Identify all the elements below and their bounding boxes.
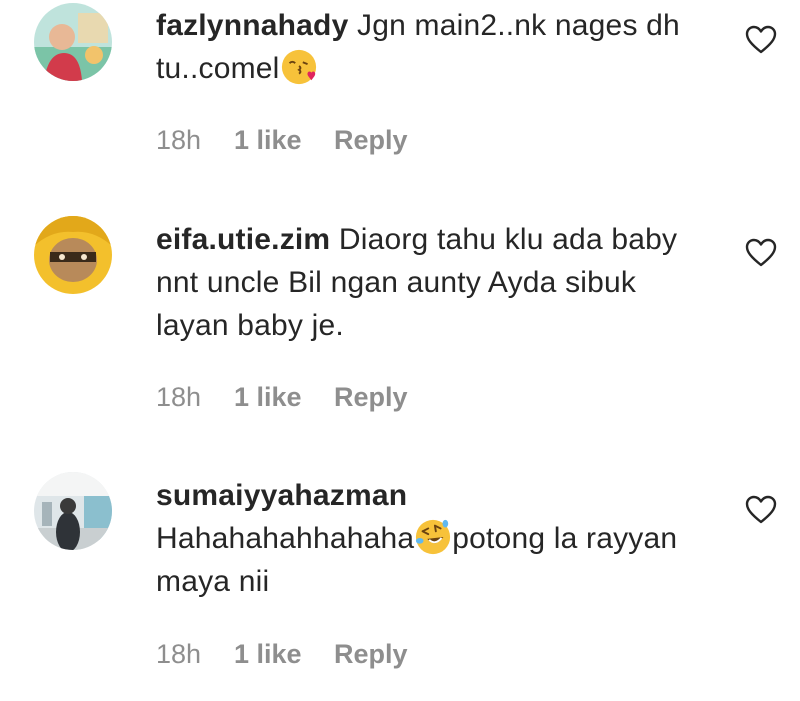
comment-timestamp[interactable]: 18h (156, 381, 234, 413)
avatar[interactable] (34, 216, 112, 294)
comment-username[interactable]: sumaiyyahazman (156, 479, 407, 512)
rolling-on-floor-laughing-emoji (416, 519, 451, 555)
heart-outline-icon[interactable] (745, 238, 777, 268)
comment-username[interactable]: fazlynnahady (156, 9, 348, 42)
comment-meta: 18h 1 like Reply (156, 381, 408, 413)
avatar[interactable] (34, 3, 112, 81)
comment-like-count[interactable]: 1 like (234, 638, 334, 670)
heart-outline-icon[interactable] (745, 495, 777, 525)
comment-timestamp[interactable]: 18h (156, 638, 234, 670)
comment-like-count[interactable]: 1 like (234, 124, 334, 156)
comment-meta: 18h 1 like Reply (156, 638, 408, 670)
comment-meta: 18h 1 like Reply (156, 124, 408, 156)
comment-like-count[interactable]: 1 like (234, 381, 334, 413)
comment-username[interactable]: eifa.utie.zim (156, 223, 330, 256)
comment-text: fazlynnahady Jgn main2..nk nages dh tu..… (156, 4, 716, 90)
avatar[interactable] (34, 472, 112, 550)
comment-body: Hahahahahhahaha (156, 522, 415, 555)
face-blowing-kiss-emoji (281, 49, 316, 85)
reply-button[interactable]: Reply (334, 381, 408, 413)
comment-text: sumaiyyahazman Hahahahahhahaha potong la… (156, 474, 716, 603)
reply-button[interactable]: Reply (334, 638, 408, 670)
comment-text: eifa.utie.zim Diaorg tahu klu ada baby n… (156, 218, 716, 347)
reply-button[interactable]: Reply (334, 124, 408, 156)
heart-outline-icon[interactable] (745, 25, 777, 55)
comment-timestamp[interactable]: 18h (156, 124, 234, 156)
